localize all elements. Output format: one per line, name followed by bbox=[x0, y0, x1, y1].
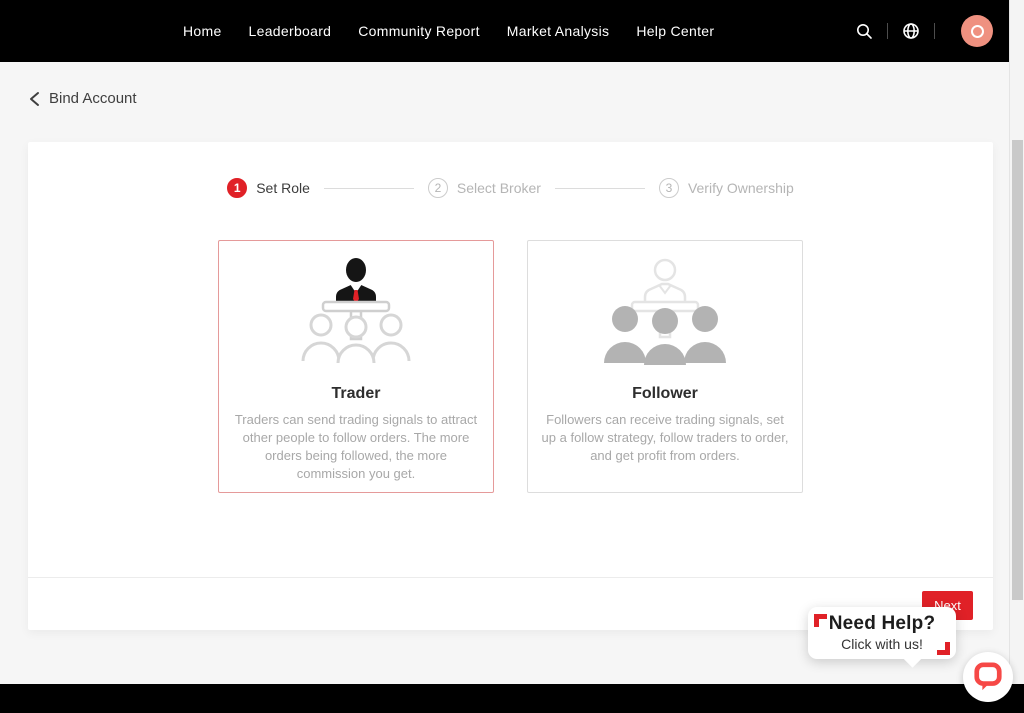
avatar-ring-icon bbox=[971, 25, 984, 38]
help-subtitle: Click with us! bbox=[808, 636, 956, 652]
user-avatar[interactable] bbox=[961, 15, 993, 47]
step-verify-ownership: 3 Verify Ownership bbox=[659, 178, 794, 198]
tooltip-tail bbox=[903, 649, 921, 667]
follower-audience-icon bbox=[590, 255, 740, 375]
step-2-circle: 2 bbox=[428, 178, 448, 198]
page: Home Leaderboard Community Report Market… bbox=[0, 0, 1024, 713]
bind-account-card: 1 Set Role 2 Select Broker 3 Verify Owne… bbox=[28, 142, 993, 630]
breadcrumb-back[interactable]: Bind Account bbox=[29, 90, 137, 107]
chat-widget-button[interactable] bbox=[963, 652, 1013, 702]
trader-podium-icon bbox=[281, 255, 431, 375]
nav-item-community-report[interactable]: Community Report bbox=[358, 23, 480, 39]
step-connector bbox=[555, 188, 645, 189]
stepper: 1 Set Role 2 Select Broker 3 Verify Owne… bbox=[28, 142, 993, 198]
follower-description: Followers can receive trading signals, s… bbox=[539, 411, 791, 465]
nav-item-leaderboard[interactable]: Leaderboard bbox=[249, 23, 332, 39]
top-navigation: Home Leaderboard Community Report Market… bbox=[0, 0, 1024, 62]
role-card-follower[interactable]: Follower Followers can receive trading s… bbox=[527, 240, 803, 493]
nav-item-home[interactable]: Home bbox=[183, 23, 222, 39]
page-title: Bind Account bbox=[49, 90, 137, 107]
nav-divider bbox=[934, 23, 935, 39]
nav-item-help-center[interactable]: Help Center bbox=[636, 23, 714, 39]
step-select-broker: 2 Select Broker bbox=[428, 178, 541, 198]
trader-description: Traders can send trading signals to attr… bbox=[230, 411, 482, 483]
step-connector bbox=[324, 188, 414, 189]
nav-menu: Home Leaderboard Community Report Market… bbox=[0, 23, 741, 39]
chevron-left-icon bbox=[29, 91, 40, 107]
nav-right-controls bbox=[853, 0, 993, 62]
step-3-label: Verify Ownership bbox=[688, 180, 794, 196]
step-set-role: 1 Set Role bbox=[227, 178, 310, 198]
step-1-circle: 1 bbox=[227, 178, 247, 198]
step-2-label: Select Broker bbox=[457, 180, 541, 196]
nav-item-market-analysis[interactable]: Market Analysis bbox=[507, 23, 610, 39]
need-help-tooltip[interactable]: Need Help? Click with us! bbox=[808, 607, 956, 659]
page-footer bbox=[0, 684, 1024, 713]
role-card-trader[interactable]: Trader Traders can send trading signals … bbox=[218, 240, 494, 493]
trader-title: Trader bbox=[219, 385, 493, 403]
globe-icon[interactable] bbox=[900, 20, 922, 42]
step-3-circle: 3 bbox=[659, 178, 679, 198]
step-1-label: Set Role bbox=[256, 180, 310, 196]
follower-title: Follower bbox=[528, 385, 802, 403]
livechat-bubble-icon bbox=[973, 661, 1003, 693]
role-cards: Trader Traders can send trading signals … bbox=[28, 240, 993, 493]
nav-divider bbox=[887, 23, 888, 39]
scrollbar-thumb[interactable] bbox=[1012, 140, 1023, 600]
scrollbar[interactable] bbox=[1009, 0, 1024, 684]
corner-bracket-icon bbox=[814, 614, 827, 627]
search-icon[interactable] bbox=[853, 20, 875, 42]
corner-bracket-icon bbox=[937, 642, 950, 655]
help-title: Need Help? bbox=[808, 613, 956, 635]
